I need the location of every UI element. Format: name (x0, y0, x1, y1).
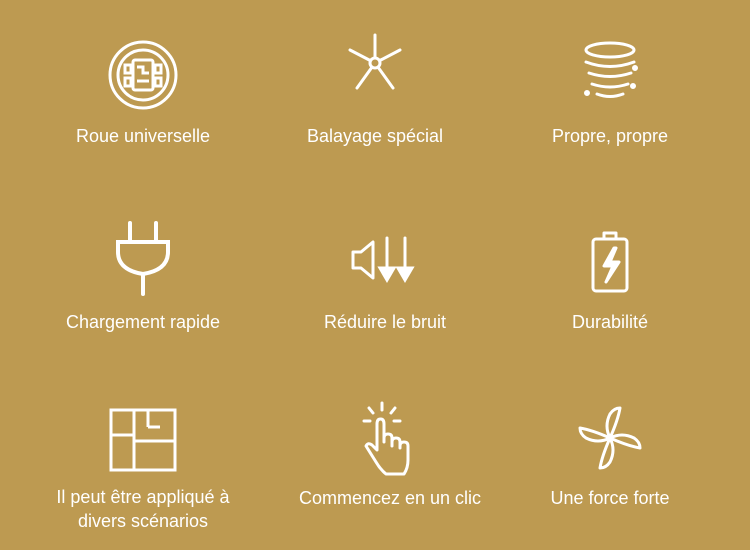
side-brush-icon (340, 30, 410, 100)
feature-label: Commencez en un clic (298, 488, 482, 508)
plug-icon (108, 218, 178, 298)
feature-label: Durabilité (571, 312, 649, 332)
feature-label: Une force forte (550, 488, 670, 508)
feature-label: Balayage spécial (306, 126, 444, 146)
wheel-icon (103, 35, 183, 115)
feature-label: Propre, propre (551, 126, 669, 146)
one-click-icon (355, 400, 425, 480)
feature-label: Réduire le bruit (323, 312, 447, 332)
floor-plan-icon (108, 407, 178, 473)
feature-label: Roue universelle (75, 126, 211, 146)
feature-label: Il peut être appliqué à divers scénarios (56, 487, 230, 531)
fan-icon (572, 400, 648, 476)
cyclone-icon (575, 38, 645, 108)
battery-icon (585, 230, 635, 294)
feature-label: Chargement rapide (65, 312, 221, 332)
noise-reduction-icon (345, 230, 425, 290)
